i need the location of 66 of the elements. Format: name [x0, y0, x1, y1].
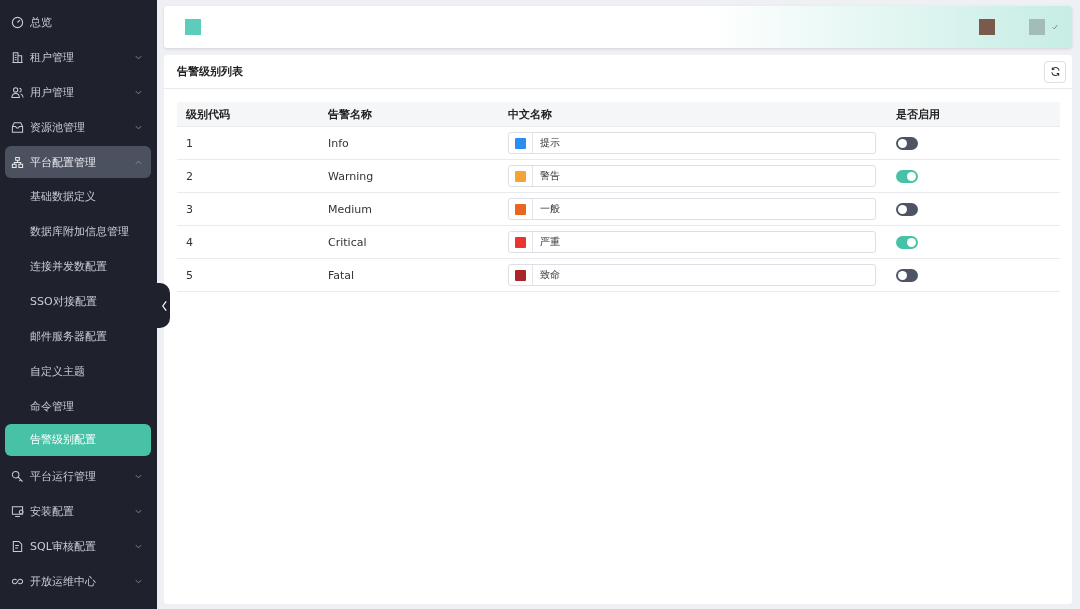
- table-cell-text: Info: [327, 136, 350, 150]
- table-cell-text: Fatal: [327, 268, 356, 282]
- sidebar-subitem[interactable]: 邮件服务器配置: [5, 319, 151, 354]
- sidebar-item[interactable]: 安装配置: [5, 494, 151, 529]
- table-cell-text: 1: [185, 136, 194, 150]
- building-icon: [11, 51, 24, 64]
- chevron-down-icon: [134, 472, 143, 481]
- color-swatch[interactable]: [515, 137, 526, 149]
- table-cell-text: 3: [185, 202, 194, 216]
- column-header: 级别代码: [185, 106, 231, 122]
- sidebar-subitem[interactable]: 基础数据定义: [5, 179, 151, 214]
- color-swatch[interactable]: [515, 203, 526, 215]
- column-header: 中文名称: [507, 106, 553, 122]
- column-header: 是否启用: [895, 106, 941, 122]
- sidebar-item[interactable]: 总览: [5, 5, 151, 40]
- name-field[interactable]: 一般: [508, 198, 876, 220]
- sidebar-item[interactable]: 租户管理: [5, 40, 151, 75]
- sidebar-item[interactable]: SQL审核配置: [5, 529, 151, 564]
- inbox-icon: [11, 121, 24, 134]
- sidebar-item[interactable]: 平台配置管理: [5, 146, 151, 178]
- name-field[interactable]: 提示: [508, 132, 876, 154]
- column-header: 告警名称: [327, 106, 373, 122]
- key-icon: [11, 470, 24, 483]
- table-cell-text: 2: [185, 169, 194, 183]
- name-field[interactable]: 警告: [508, 165, 876, 187]
- sidebar-item[interactable]: 资源池管理: [5, 110, 151, 145]
- table-cell-text: Medium: [327, 202, 373, 216]
- color-swatch[interactable]: [515, 236, 526, 248]
- toggle-switch[interactable]: [896, 235, 918, 249]
- sidebar-item[interactable]: 平台运行管理: [5, 459, 151, 494]
- table-cell-text: Warning: [327, 169, 375, 183]
- chevron-down-icon: [134, 123, 143, 132]
- sidebar-item[interactable]: 用户管理: [5, 75, 151, 110]
- collapse-handle[interactable]: [157, 283, 170, 328]
- toggle-switch[interactable]: [896, 136, 918, 150]
- gauge-icon: [11, 16, 24, 29]
- chevron-down-icon: [134, 53, 143, 62]
- sidebar-subitem[interactable]: 连接并发数配置: [5, 249, 151, 284]
- sidebar-subitem[interactable]: 自定义主题: [5, 354, 151, 389]
- toggle-switch[interactable]: [896, 202, 918, 216]
- color-swatch[interactable]: [515, 170, 526, 182]
- sidebar-item[interactable]: 开放运维中心: [5, 564, 151, 599]
- users-icon: [11, 86, 24, 99]
- table-cell-text: 4: [185, 235, 194, 249]
- refresh-button[interactable]: [1044, 60, 1066, 83]
- name-field[interactable]: 致命: [508, 264, 876, 286]
- table-cell-text: 5: [185, 268, 194, 282]
- panel-title: 告警级别列表: [177, 64, 243, 79]
- sidebar-subitem[interactable]: 数据库附加信息管理: [5, 214, 151, 249]
- toggle-switch[interactable]: [896, 169, 918, 183]
- chevron-down-icon: [134, 507, 143, 516]
- name-field[interactable]: 严重: [508, 231, 876, 253]
- table-cell-text: Critical: [327, 235, 368, 249]
- monitor-icon: [11, 505, 24, 518]
- check-icon: [1052, 24, 1058, 30]
- sidebar-subitem[interactable]: SSO对接配置: [5, 284, 151, 319]
- color-swatch[interactable]: [515, 269, 526, 281]
- chevron-down-icon: [134, 542, 143, 551]
- chevron-left-icon: [161, 299, 168, 312]
- refresh-icon: [1049, 66, 1061, 77]
- chevron-down-icon: [134, 88, 143, 97]
- toggle-switch[interactable]: [896, 268, 918, 282]
- sitemap-icon: [11, 155, 24, 169]
- document-icon: [11, 540, 24, 553]
- sidebar-subitem[interactable]: 命令管理: [5, 389, 151, 424]
- chevron-down-icon: [134, 577, 143, 586]
